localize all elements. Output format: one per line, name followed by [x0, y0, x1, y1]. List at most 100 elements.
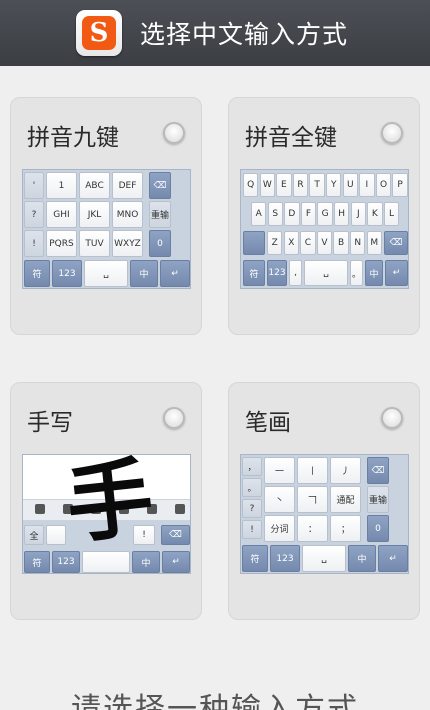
- key: [46, 525, 66, 545]
- option-title: 拼音九键: [27, 125, 119, 151]
- stroke-key: 丶: [264, 486, 295, 513]
- letter-key: N: [350, 231, 366, 255]
- symbol-switch-key: 符: [24, 551, 50, 573]
- shift-key: [243, 231, 265, 255]
- stroke-key: 分词: [264, 515, 295, 542]
- letter-key: J: [350, 202, 366, 226]
- full-key: 全: [24, 525, 44, 545]
- letter-key: PQRS: [46, 230, 77, 257]
- letter-key: Y: [326, 173, 342, 197]
- language-key: 中: [365, 260, 383, 286]
- zero-key: 0: [149, 230, 171, 257]
- letter-key: JKL: [79, 201, 110, 228]
- symbol-key: !: [242, 520, 262, 539]
- reset-key: 重输: [367, 486, 389, 513]
- letter-key: H: [334, 202, 350, 226]
- letter-key: G: [317, 202, 333, 226]
- letter-key: W: [259, 173, 275, 197]
- enter-key: ↵: [385, 260, 408, 286]
- letter-key: Z: [267, 231, 283, 255]
- backspace-key: ⌫: [367, 457, 389, 484]
- comma-key: ,: [289, 260, 302, 286]
- page-title: 选择中文输入方式: [140, 20, 349, 49]
- period-key: 。: [350, 260, 363, 286]
- letter-key: B: [333, 231, 349, 255]
- symbol-key: 。: [242, 478, 262, 497]
- enter-key: ↵: [378, 545, 408, 572]
- radio-button[interactable]: [381, 407, 403, 429]
- backspace-key: ⌫: [161, 525, 190, 545]
- stroke-key: 丨: [297, 457, 328, 484]
- handwritten-sample: 手: [61, 454, 158, 557]
- select-prompt: 请选择一种输入方式: [71, 692, 359, 710]
- letter-key: V: [316, 231, 333, 255]
- letter-key: X: [283, 231, 299, 255]
- letter-key: K: [367, 202, 383, 226]
- symbol-key: ?: [242, 499, 262, 518]
- keyboard-preview-handwriting: 全! ⌫ 符 123 中 ↵ 手: [22, 454, 191, 574]
- symbol-key: !: [24, 230, 44, 257]
- stroke-key: 𠃍: [297, 486, 328, 513]
- letter-key: T: [309, 173, 325, 197]
- letter-key: L: [383, 202, 400, 226]
- letter-key: M: [366, 231, 382, 255]
- reset-key: 重输: [149, 201, 171, 228]
- chevron-down-icon: [175, 504, 185, 514]
- title-bar: S 选择中文输入方式: [0, 0, 430, 66]
- keyboard-preview-stroke: ， 。?! 一丨丿丶 𠃍 通配 分词：； ⌫ 重输 0 符 123 ␣ 中 ↵: [240, 454, 409, 574]
- letter-key: Q: [243, 173, 259, 197]
- letter-key: U: [342, 173, 358, 197]
- language-key: 中: [132, 551, 160, 573]
- letter-key: DEF: [112, 172, 143, 199]
- symbol-key: ': [24, 172, 44, 199]
- letter-key: C: [300, 231, 316, 255]
- backspace-key: ⌫: [149, 172, 171, 199]
- letter-key: 1: [46, 172, 77, 199]
- number-key: 123: [270, 545, 300, 572]
- language-key: 中: [130, 260, 158, 287]
- letter-key: D: [284, 202, 300, 226]
- letter-key: WXYZ: [112, 230, 143, 257]
- symbol-switch-key: 符: [24, 260, 50, 287]
- space-key: ␣: [302, 545, 346, 572]
- enter-key: ↵: [160, 260, 190, 287]
- letter-key: O: [375, 173, 392, 197]
- stroke-key: ；: [330, 515, 361, 542]
- radio-button[interactable]: [163, 407, 185, 429]
- option-handwriting[interactable]: 手写 全! ⌫ 符 123 中 ↵ 手: [10, 382, 202, 620]
- letter-key: MNO: [112, 201, 143, 228]
- option-title: 笔画: [245, 410, 291, 436]
- stroke-key: 一: [264, 457, 295, 484]
- symbol-switch-key: 符: [242, 545, 268, 572]
- sogou-icon: S: [76, 10, 122, 56]
- radio-button[interactable]: [381, 122, 403, 144]
- letter-key: A: [251, 202, 267, 226]
- number-key: 123: [267, 260, 287, 286]
- enter-key: ↵: [162, 551, 190, 573]
- option-title: 手写: [27, 410, 73, 436]
- keyboard-preview-qwerty: Q W E R T Y U I O P A S D F G H J K L Z X C V B N M ⌫ 符 123, ␣。中 ↵: [240, 169, 409, 289]
- letter-key: S: [267, 202, 283, 226]
- option-stroke[interactable]: 笔画 ， 。?! 一丨丿丶 𠃍 通配 分词：； ⌫ 重输 0 符 123 ␣ 中 ↵: [228, 382, 420, 620]
- stroke-key: ：: [297, 515, 328, 542]
- option-pinyin-9key[interactable]: 拼音九键 '?! 1 ABC DEF GHI JKL MNO PQRS TUV WXYZ ⌫ 重输 0 符…: [10, 97, 202, 335]
- language-key: 中: [348, 545, 376, 572]
- letter-key: TUV: [79, 230, 110, 257]
- letter-key: ABC: [79, 172, 110, 199]
- stroke-key: 丿: [330, 457, 361, 484]
- backspace-key: ⌫: [384, 231, 408, 255]
- stroke-key: 通配: [330, 486, 361, 513]
- letter-key: I: [359, 173, 375, 197]
- keyboard-preview-t9: '?! 1 ABC DEF GHI JKL MNO PQRS TUV WXYZ ⌫ 重输 0 符 123 ␣ 中…: [22, 169, 191, 289]
- grid-icon: [35, 504, 45, 514]
- option-pinyin-full[interactable]: 拼音全键 Q W E R T Y U I O P A S D F G H J K L Z X C V B N M ⌫ 符 123, ␣。中…: [228, 97, 420, 335]
- symbol-key: ，: [242, 457, 262, 476]
- option-title: 拼音全键: [245, 125, 337, 151]
- space-key: ␣: [84, 260, 128, 287]
- radio-button[interactable]: [163, 122, 185, 144]
- letter-key: R: [292, 173, 309, 197]
- letter-key: P: [392, 173, 408, 197]
- letter-key: E: [276, 173, 292, 197]
- space-key: ␣: [304, 260, 348, 286]
- symbol-switch-key: 符: [243, 260, 265, 286]
